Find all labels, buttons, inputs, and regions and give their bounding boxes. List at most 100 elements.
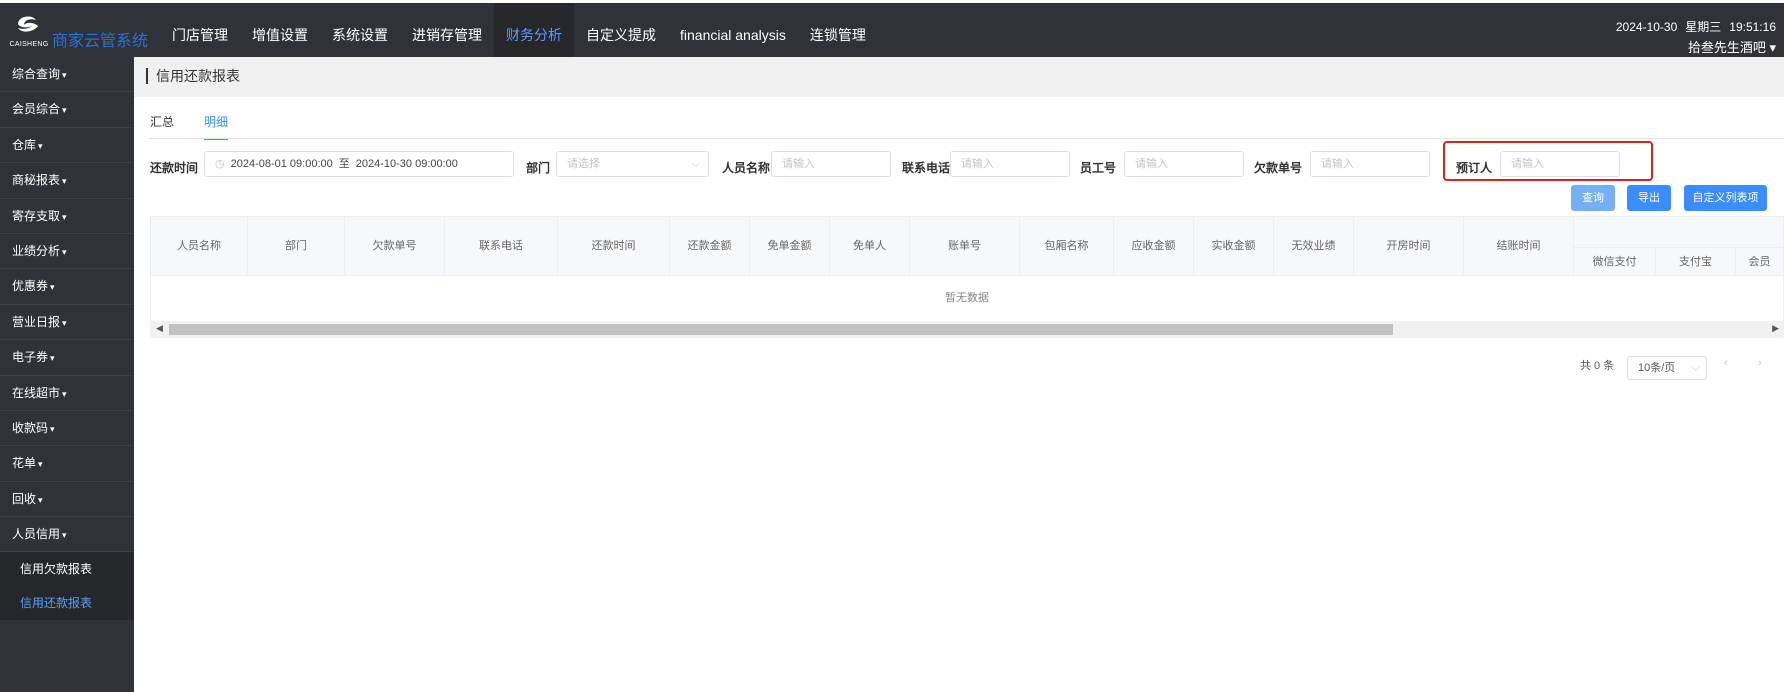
col-repay-time[interactable]: 还款时间 — [558, 217, 670, 275]
col-department[interactable]: 部门 — [248, 217, 345, 275]
sidebar-item-member[interactable]: 会员综合 ▾ — [0, 92, 134, 128]
logo-icon — [18, 16, 38, 32]
sidebar-item-comprehensive-query[interactable]: 综合查询 ▾ — [0, 57, 134, 93]
data-table: 人员名称 部门 欠款单号 联系电话 还款时间 还款金额 免单金额 免单人 账单号… — [150, 216, 1784, 338]
query-button[interactable]: 查询 — [1571, 185, 1615, 211]
sidebar-item-label: 花单 — [12, 456, 37, 471]
sidebar-item-label: 收款码 — [12, 420, 49, 435]
highlight-box — [1443, 141, 1653, 181]
col-wechat-pay[interactable]: 微信支付 — [1574, 247, 1656, 275]
caret-down-icon: ▾ — [50, 353, 55, 364]
total-count: 共 0 条 — [1580, 360, 1615, 372]
store-selector[interactable]: 拾叁先生酒吧 ▾ — [1688, 37, 1776, 56]
staff-input[interactable]: 请输入 — [771, 151, 891, 177]
caret-down-icon: ▾ — [62, 105, 67, 116]
tab-summary[interactable]: 汇总 — [150, 113, 174, 140]
page-title: 信用还款报表 — [146, 68, 240, 84]
col-checkout-time[interactable]: 结账时间 — [1464, 217, 1574, 275]
chevron-down-icon: ⌵ — [1691, 362, 1700, 374]
nav-inventory-management[interactable]: 进销存管理 — [400, 3, 494, 60]
sidebar-item-staff-credit[interactable]: 人员信用 ▾ — [0, 517, 134, 553]
col-received[interactable]: 实收金额 — [1194, 217, 1274, 275]
phone-label: 联系电话 — [902, 161, 951, 175]
caret-down-icon: ▾ — [62, 246, 67, 257]
caret-down-icon: ▾ — [62, 530, 67, 541]
nav-chain-management[interactable]: 连锁管理 — [798, 3, 878, 60]
nav-custom-commission[interactable]: 自定义提成 — [574, 3, 668, 60]
next-page-icon[interactable]: › — [1758, 357, 1762, 369]
sidebar-subitem-credit-repayment-report[interactable]: 信用还款报表 — [0, 586, 134, 621]
col-free-amount[interactable]: 免单金额 — [750, 217, 830, 275]
debt-no-input[interactable]: 请输入 — [1310, 151, 1430, 177]
sidebar-item-label: 电子券 — [12, 350, 49, 365]
caret-down-icon: ▾ — [62, 211, 67, 222]
caret-down-icon: ▾ — [62, 317, 67, 328]
caret-down-icon: ▾ — [50, 423, 55, 434]
phone-input[interactable]: 请输入 — [950, 151, 1070, 177]
nav-value-added-settings[interactable]: 增值设置 — [240, 3, 320, 60]
sidebar-item-payment-code[interactable]: 收款码 ▾ — [0, 411, 134, 447]
col-member[interactable]: 会员 — [1736, 247, 1783, 275]
nav-store-management[interactable]: 门店管理 — [160, 3, 240, 60]
nav-system-settings[interactable]: 系统设置 — [320, 3, 400, 60]
scrollbar-thumb[interactable] — [169, 324, 1393, 335]
weekday-text: 星期三 — [1685, 20, 1722, 34]
tab-divider — [148, 138, 1784, 139]
caret-down-icon: ▾ — [38, 494, 43, 505]
col-staff-name[interactable]: 人员名称 — [151, 217, 248, 275]
sidebar-item-label: 业绩分析 — [12, 243, 61, 258]
col-room-name[interactable]: 包厢名称 — [1020, 217, 1114, 275]
sidebar: 综合查询 ▾ 会员综合 ▾ 仓库 ▾ 商秘报表 ▾ 寄存支取 ▾ 业绩分析 ▾ 优惠券 ▾ 营… — [0, 57, 134, 692]
nav-financial-analysis[interactable]: 财务分析 — [494, 3, 574, 60]
col-debt-no[interactable]: 欠款单号 — [345, 217, 445, 275]
sidebar-item-online-market[interactable]: 在线超市 ▾ — [0, 376, 134, 411]
sidebar-subitem-credit-debt-report[interactable]: 信用欠款报表 — [0, 552, 134, 587]
scroll-right-icon[interactable]: ▶ — [1772, 323, 1779, 334]
empty-text: 暂无数据 — [945, 292, 989, 304]
empno-label: 员工号 — [1080, 161, 1117, 175]
page-size-value: 10条/页 — [1638, 362, 1676, 374]
sidebar-item-label: 营业日报 — [12, 314, 61, 329]
col-free-person[interactable]: 免单人 — [830, 217, 910, 275]
col-bill-no[interactable]: 账单号 — [910, 217, 1020, 275]
sidebar-item-label: 回收 — [12, 491, 37, 506]
custom-columns-button[interactable]: 自定义列表项 — [1684, 185, 1767, 211]
sidebar-item-secret-report[interactable]: 商秘报表 ▾ — [0, 163, 134, 199]
col-receivable[interactable]: 应收金额 — [1114, 217, 1194, 275]
sidebar-item-e-coupons[interactable]: 电子券 ▾ — [0, 340, 134, 376]
sidebar-item-daily-report[interactable]: 营业日报 ▾ — [0, 305, 134, 341]
sidebar-item-flowers[interactable]: 花单 ▾ — [0, 446, 134, 482]
date-range-picker[interactable]: ◷ 2024-08-01 09:00:00 至 2024-10-30 09:00:00 — [204, 151, 514, 177]
col-repay-amount[interactable]: 还款金额 — [670, 217, 750, 275]
sidebar-item-deposit[interactable]: 寄存支取 ▾ — [0, 199, 134, 234]
sidebar-item-label: 仓库 — [12, 137, 37, 152]
sidebar-item-coupons[interactable]: 优惠券 ▾ — [0, 269, 134, 305]
scroll-left-icon[interactable]: ◀ — [156, 323, 163, 334]
dept-select[interactable]: 请选择 ⌵ — [556, 151, 709, 177]
page-size-select[interactable]: 10条/页 ⌵ — [1627, 356, 1707, 380]
sidebar-item-warehouse[interactable]: 仓库 ▾ — [0, 128, 134, 164]
table-header: 人员名称 部门 欠款单号 联系电话 还款时间 还款金额 免单金额 免单人 账单号… — [151, 217, 1783, 276]
caret-down-icon: ▾ — [38, 459, 43, 470]
clock-icon: ◷ — [215, 158, 225, 170]
staff-label: 人员名称 — [722, 161, 771, 175]
col-alipay[interactable]: 支付宝 — [1656, 247, 1736, 275]
sidebar-item-recycle[interactable]: 回收 ▾ — [0, 482, 134, 518]
export-button[interactable]: 导出 — [1627, 185, 1671, 211]
empno-input[interactable]: 请输入 — [1124, 151, 1244, 177]
sidebar-item-performance[interactable]: 业绩分析 ▾ — [0, 234, 134, 270]
page-header: 信用还款报表 — [134, 57, 1784, 97]
horizontal-scrollbar[interactable]: ◀ ▶ — [151, 321, 1783, 337]
caret-down-icon: ▾ — [62, 176, 67, 187]
tab-detail[interactable]: 明细 — [204, 113, 229, 140]
col-invalid-perf[interactable]: 无效业绩 — [1274, 217, 1354, 275]
nav-financial-analysis-en[interactable]: financial analysis — [668, 3, 798, 60]
debt-no-label: 欠款单号 — [1254, 161, 1303, 175]
sidebar-item-label: 优惠券 — [12, 279, 49, 294]
chevron-down-icon: ⌵ — [691, 158, 700, 170]
time-text: 19:51:16 — [1729, 20, 1776, 34]
col-phone[interactable]: 联系电话 — [445, 217, 558, 275]
prev-page-icon[interactable]: ‹ — [1724, 357, 1728, 369]
date-label: 还款时间 — [150, 161, 199, 175]
col-open-time[interactable]: 开房时间 — [1354, 217, 1464, 275]
